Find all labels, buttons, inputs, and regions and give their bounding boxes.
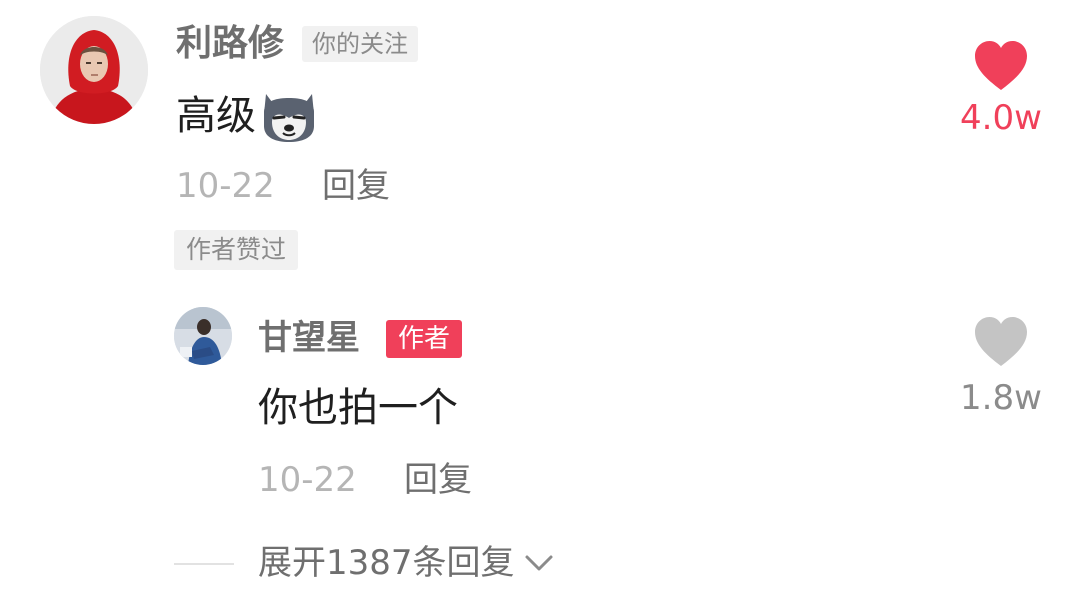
comment-thread: 利路修 你的关注 高级 10-22 回复 作者赞过 4.0w 甘望星 作者 你也… (0, 0, 1071, 589)
reply-like-button[interactable]: 1.8w (958, 316, 1044, 418)
heart-icon (975, 317, 1027, 366)
like-count: 4.0w (960, 98, 1042, 138)
reply-text: 你也拍一个 (258, 385, 458, 431)
avatar-image (174, 307, 232, 365)
comment-text: 高级 (176, 93, 256, 139)
reply-avatar[interactable] (174, 307, 232, 365)
divider (174, 563, 234, 565)
comment-username[interactable]: 利路修 (176, 22, 284, 66)
comment-text-row: 高级 (176, 88, 320, 144)
chevron-down-icon (525, 555, 553, 571)
like-button[interactable]: 4.0w (958, 40, 1044, 138)
avatar[interactable] (40, 16, 148, 124)
reply-like-count: 1.8w (960, 378, 1042, 418)
reply-username[interactable]: 甘望星 (258, 316, 360, 360)
following-badge: 你的关注 (302, 26, 418, 62)
avatar-image (40, 16, 148, 124)
reply-button[interactable]: 回复 (322, 164, 390, 208)
expand-replies-label: 展开1387条回复 (258, 543, 515, 583)
comment-date: 10-22 (176, 166, 275, 206)
husky-dog-emoji-icon (264, 94, 314, 142)
author-liked-badge: 作者赞过 (174, 230, 299, 270)
reply-date: 10-22 (258, 460, 357, 500)
author-badge: 作者 (386, 320, 463, 358)
expand-replies-button[interactable]: 展开1387条回复 (258, 540, 555, 586)
heart-filled-icon (975, 41, 1027, 90)
reply-reply-button[interactable]: 回复 (404, 458, 472, 502)
